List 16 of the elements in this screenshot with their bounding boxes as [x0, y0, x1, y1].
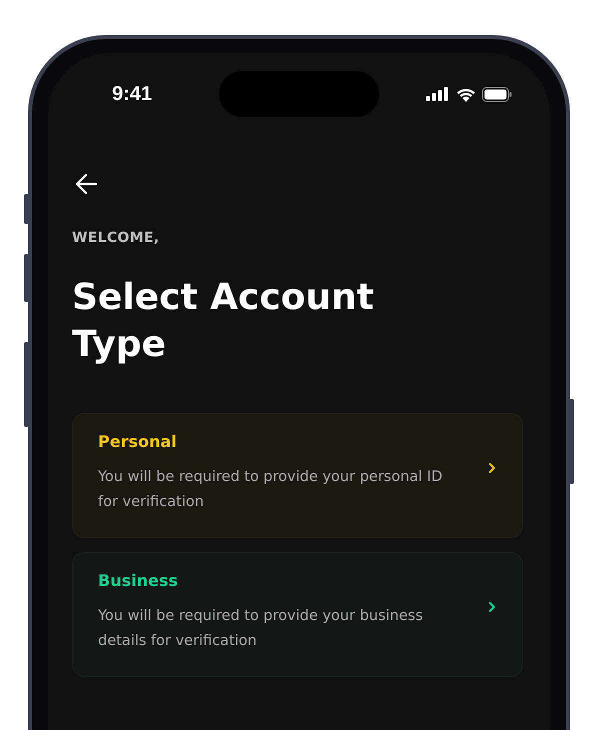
- back-button[interactable]: [74, 173, 98, 195]
- signal-icon: [426, 87, 450, 101]
- wifi-icon: [456, 86, 476, 102]
- chevron-right-icon: [488, 601, 496, 613]
- account-type-description: You will be required to provide your business details for verification: [98, 607, 424, 651]
- account-type-description: You will be required to provide your personal ID for verification: [98, 468, 444, 512]
- battery-icon: [482, 86, 512, 102]
- status-time: 9:41: [112, 82, 152, 106]
- page-title: Select Account Type: [72, 276, 375, 367]
- account-type-name: Business: [98, 571, 179, 590]
- account-type-card[interactable]: Business You will be required to provide your business details for verification: [72, 552, 523, 677]
- account-type-name: Personal: [98, 432, 178, 451]
- chevron-right-icon: [488, 462, 496, 474]
- account-type-card[interactable]: Personal You will be required to provide your personal ID for verification: [72, 413, 523, 538]
- greeting-label: WELCOME,: [72, 230, 160, 246]
- back-arrow-icon: [74, 173, 98, 195]
